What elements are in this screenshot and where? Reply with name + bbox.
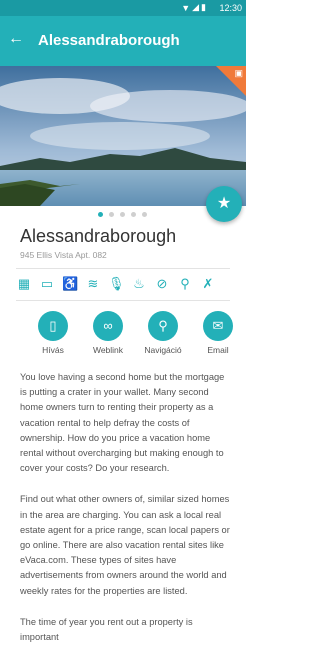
- bicycle-icon: ⚲: [180, 276, 190, 291]
- amenities-row: ▦ ▭ ♿ ≋ 🎙 ♨ ⊘ ⚲ ✗: [16, 276, 216, 292]
- image-pager: [98, 212, 147, 217]
- call-label: Hívás: [42, 345, 64, 355]
- listing-photo[interactable]: [0, 66, 246, 206]
- listing-name: Alessandraborough: [20, 226, 177, 246]
- status-bar: ▼ ◢ ▮ 12:30: [0, 0, 246, 16]
- link-icon: ∞: [93, 311, 123, 341]
- gallery-icon: ▣: [234, 68, 243, 78]
- lake-landscape-image: [0, 66, 246, 206]
- favorite-button[interactable]: ★: [206, 186, 242, 222]
- pager-dot[interactable]: [142, 212, 147, 217]
- pager-dot[interactable]: [98, 212, 103, 217]
- email-button[interactable]: ✉ Email: [198, 311, 238, 355]
- microphone-icon: 🎙: [108, 276, 125, 291]
- no-smoking-icon: ⊘: [156, 276, 168, 291]
- description-paragraph: The time of year you rent out a property…: [20, 616, 193, 643]
- navigation-label: Navigáció: [144, 345, 182, 355]
- navigation-button[interactable]: ⚲ Navigáció: [143, 311, 183, 355]
- star-icon: ★: [216, 195, 232, 212]
- arrow-left-icon[interactable]: ←: [8, 30, 26, 48]
- pool-icon: ≋: [87, 276, 99, 291]
- description-paragraph: You love having a second home but the mo…: [20, 372, 225, 474]
- weblink-label: Weblink: [92, 345, 124, 355]
- description-paragraph: Find out what other owners of, similar s…: [20, 494, 230, 596]
- credit-card-icon: ▭: [40, 276, 54, 291]
- call-button[interactable]: ▯ Hívás: [33, 311, 73, 355]
- divider: [16, 300, 230, 301]
- signal-icon: ◢: [192, 2, 200, 12]
- listing-description: You love having a second home but the mo…: [20, 370, 232, 661]
- pager-dot[interactable]: [131, 212, 136, 217]
- phone-icon: ▯: [38, 311, 68, 341]
- system-icons: ▼ ◢ ▮: [181, 2, 206, 13]
- calendar-icon: ▦: [17, 276, 31, 291]
- wheelchair-icon: ♿: [62, 276, 79, 291]
- divider: [16, 268, 230, 269]
- listing-address: 945 Ellis Vista Apt. 082: [20, 250, 107, 260]
- pager-dot[interactable]: [109, 212, 114, 217]
- battery-icon: ▮: [201, 2, 206, 12]
- status-time: 12:30: [219, 3, 242, 13]
- email-label: Email: [207, 345, 229, 355]
- wifi-icon: ▼: [181, 2, 191, 13]
- pets-icon: ✗: [202, 276, 214, 291]
- location-pin-icon: ⚲: [148, 311, 178, 341]
- weblink-button[interactable]: ∞ Weblink: [88, 311, 128, 355]
- app-bar: ← Alessandraborough: [0, 16, 246, 66]
- pager-dot[interactable]: [120, 212, 125, 217]
- contact-actions: ▯ Hívás ∞ Weblink ⚲ Navigáció ✉ Email: [33, 311, 238, 355]
- page-title: Alessandraborough: [38, 32, 180, 49]
- email-icon: ✉: [203, 311, 233, 341]
- hot-tub-icon: ♨: [133, 276, 145, 291]
